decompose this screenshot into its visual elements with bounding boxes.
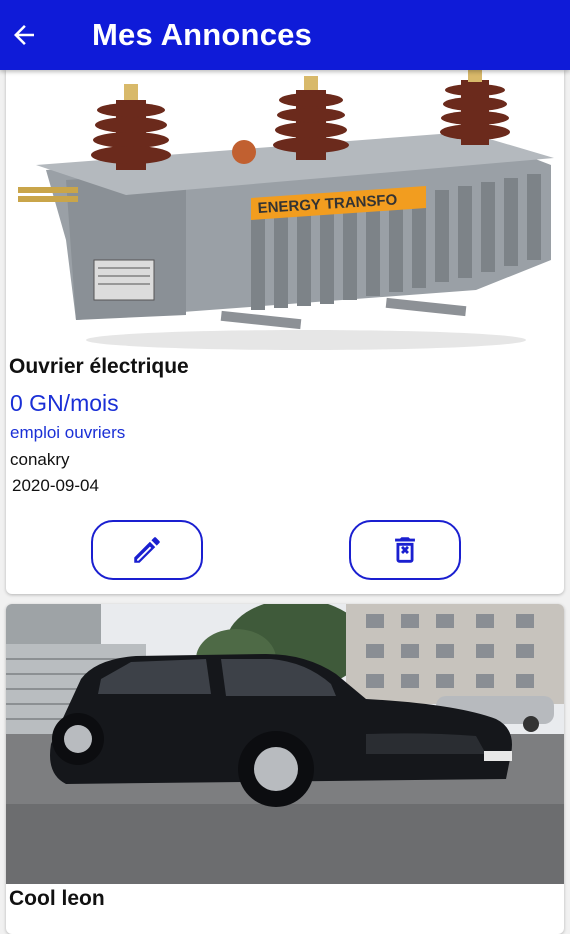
arrow-back-icon	[14, 25, 34, 45]
back-button[interactable]	[4, 15, 44, 55]
pencil-icon	[134, 537, 160, 563]
listing-image: ENERGY TRANSFO	[6, 70, 564, 355]
delete-button[interactable]	[349, 520, 461, 580]
listing-title[interactable]: Ouvrier électrique	[9, 355, 189, 379]
edit-button[interactable]	[91, 520, 203, 580]
listing-date: 2020-09-04	[12, 476, 99, 495]
listing-image	[6, 604, 564, 884]
listing-price: 0 GN/mois	[10, 390, 119, 416]
listing-location: conakry	[10, 450, 70, 469]
page-title: Mes Annonces	[92, 17, 313, 52]
listing-card[interactable]: ENERGY TRANSFO Ouvrier électrique 0 GN/m…	[6, 70, 564, 594]
listing-category: emploi ouvriers	[10, 423, 126, 442]
listing-card[interactable]: Cool leon	[6, 604, 564, 934]
trash-icon	[395, 537, 415, 563]
listing-title[interactable]: Cool leon	[9, 887, 105, 911]
app-bar: Mes Annonces	[0, 0, 570, 70]
